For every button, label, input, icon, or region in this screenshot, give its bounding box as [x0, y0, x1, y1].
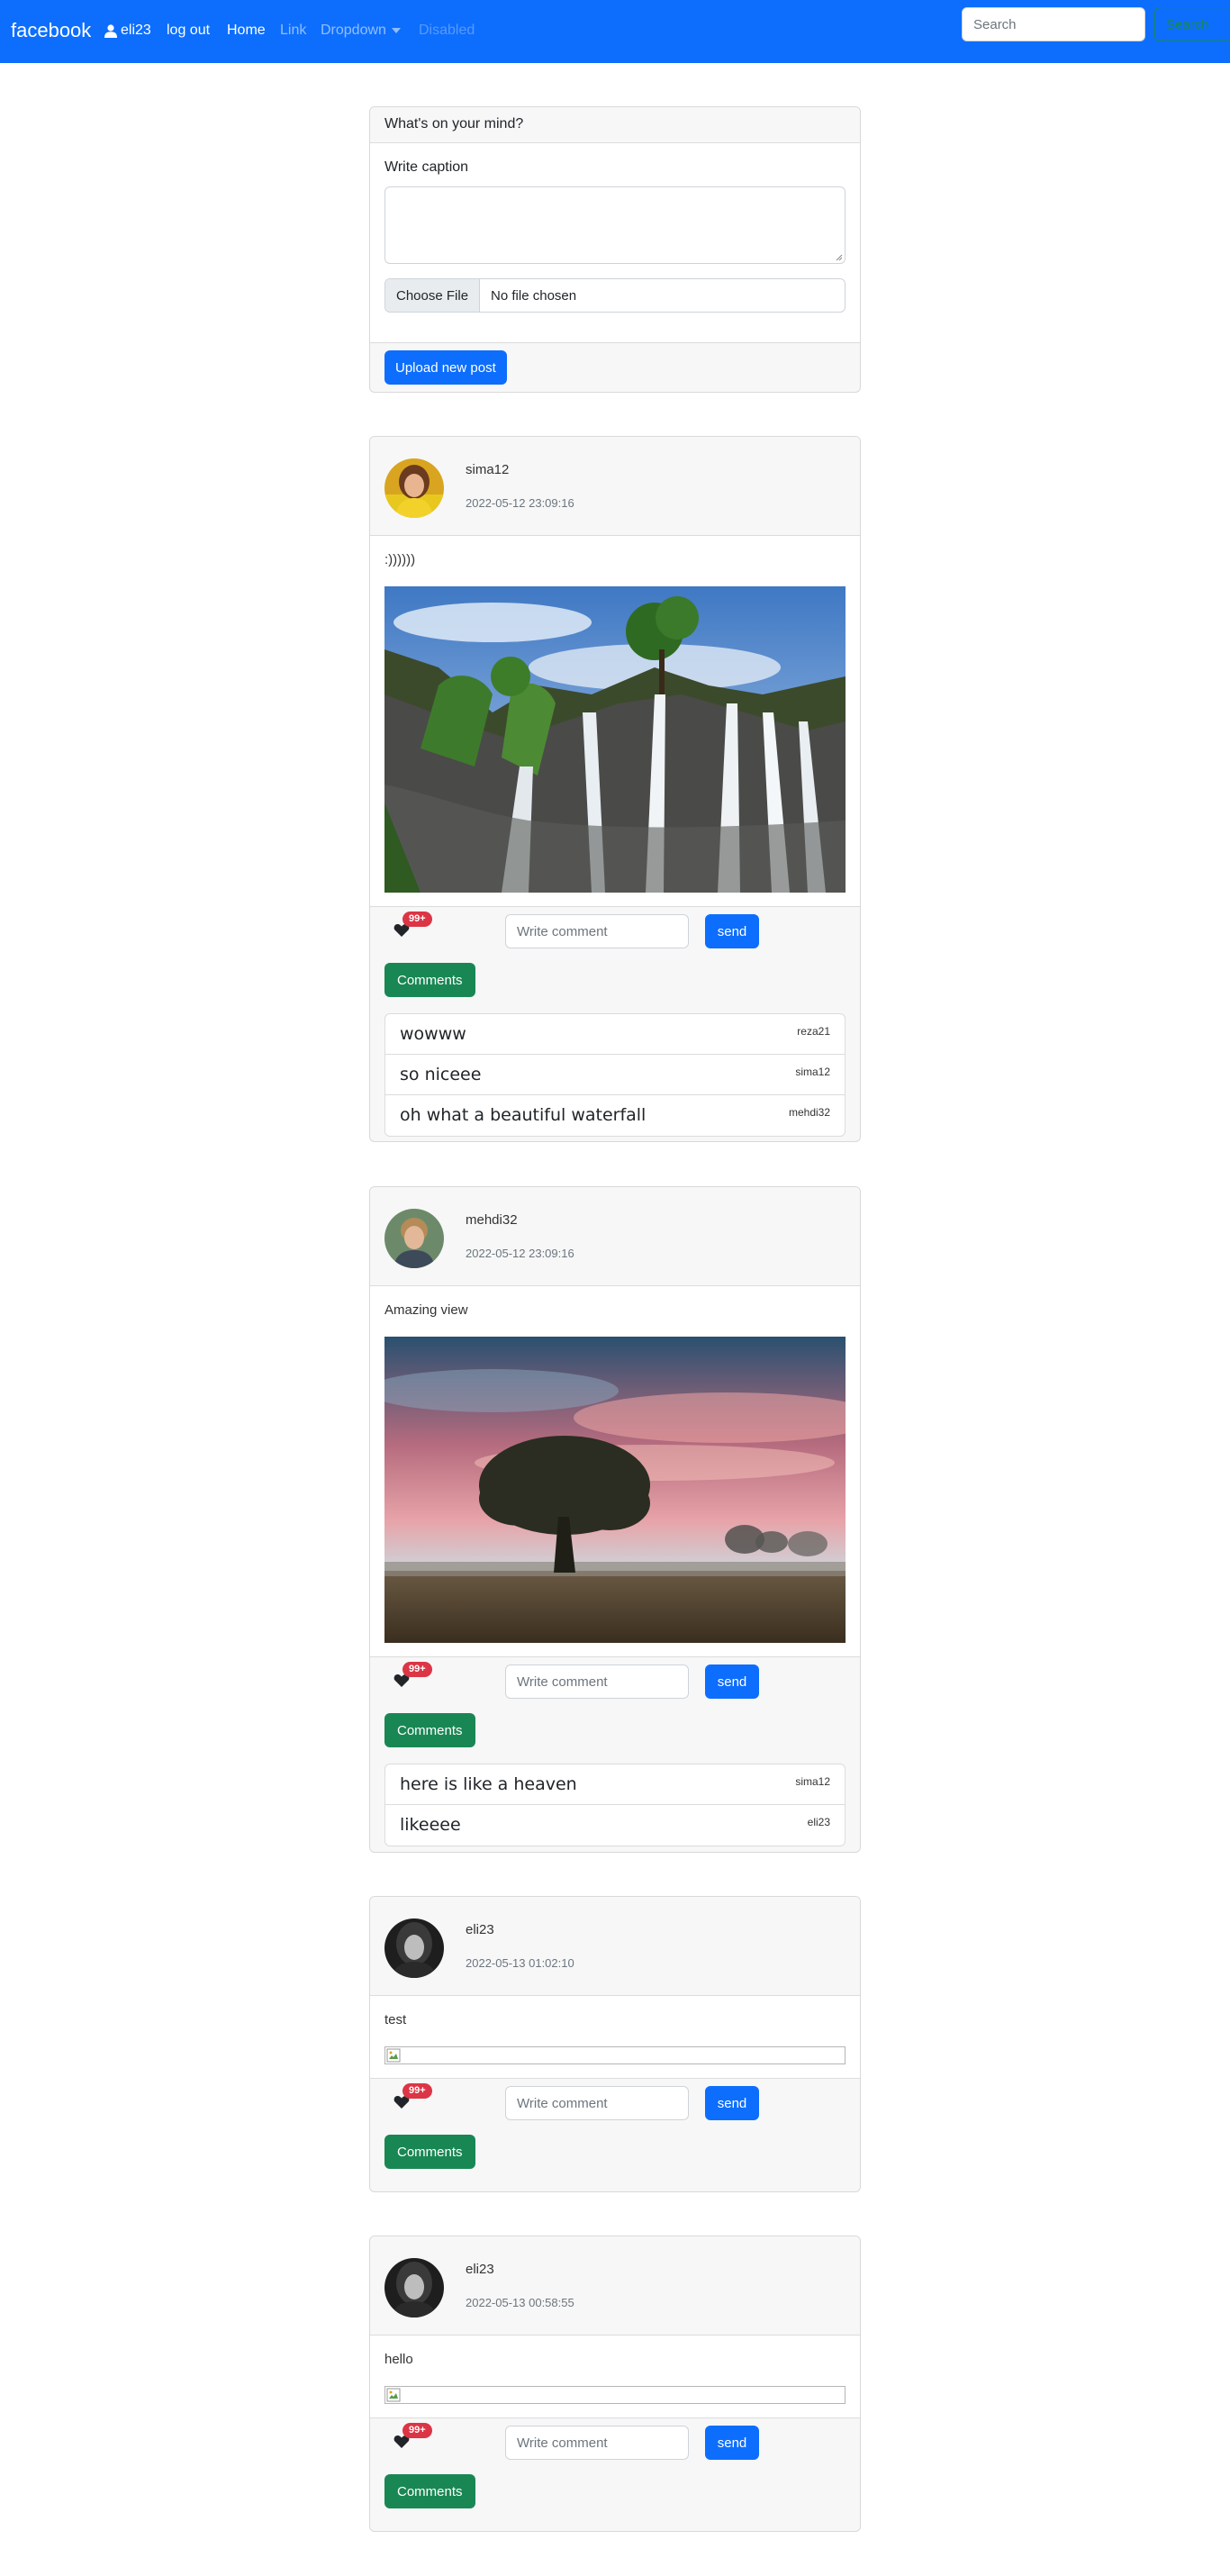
- top-navbar: facebook eli23 log out Home Link Dropdow…: [0, 0, 1230, 63]
- post-caption: :)))))): [384, 552, 416, 567]
- broken-image-icon: [386, 2048, 401, 2063]
- comment-text: wowww: [400, 1024, 466, 1044]
- post-card: eli23 2022-05-13 01:02:10 test 99+ send …: [369, 1896, 861, 2192]
- post-body: hello: [370, 2336, 860, 2418]
- post-timestamp: 2022-05-13 01:02:10: [466, 1956, 574, 1970]
- post-username[interactable]: mehdi32: [466, 1212, 518, 1228]
- user-icon: [104, 23, 117, 38]
- comment-item: here is like a heaven sima12: [385, 1764, 845, 1805]
- post-caption: test: [384, 2012, 407, 2027]
- post-image-broken: [384, 2386, 846, 2404]
- file-status: No file chosen: [491, 287, 577, 304]
- logout-link[interactable]: log out: [167, 23, 210, 39]
- search-button[interactable]: Search: [1154, 7, 1230, 41]
- comment-input[interactable]: [505, 1664, 689, 1699]
- post-body: test: [370, 1996, 860, 2079]
- comment-user[interactable]: mehdi32: [789, 1106, 830, 1119]
- caption-label: Write caption: [384, 159, 469, 175]
- comment-user[interactable]: sima12: [795, 1775, 830, 1788]
- nav-link[interactable]: Link: [280, 23, 306, 39]
- nav-dropdown[interactable]: Dropdown: [321, 23, 401, 39]
- send-button[interactable]: send: [705, 2086, 759, 2120]
- comment-text: oh what a beautiful waterfall: [400, 1105, 647, 1125]
- like-count-badge: 99+: [402, 2423, 432, 2438]
- post-card: mehdi32 2022-05-12 23:09:16 Amazing view: [369, 1186, 861, 1853]
- comment-input[interactable]: [505, 914, 689, 948]
- post-header: eli23 2022-05-13 00:58:55: [370, 2236, 860, 2336]
- send-button[interactable]: send: [705, 1664, 759, 1699]
- post-header: mehdi32 2022-05-12 23:09:16: [370, 1187, 860, 1286]
- nav-user-link[interactable]: eli23: [104, 23, 151, 39]
- like-count-badge: 99+: [402, 2083, 432, 2099]
- caret-down-icon: [391, 27, 401, 33]
- post-timestamp: 2022-05-12 23:09:16: [466, 496, 574, 510]
- resize-grip-icon[interactable]: [834, 252, 843, 261]
- send-button[interactable]: send: [705, 914, 759, 948]
- post-timestamp: 2022-05-12 23:09:16: [466, 1247, 574, 1260]
- choose-file-button[interactable]: Choose File: [385, 279, 481, 312]
- avatar[interactable]: [384, 2258, 444, 2317]
- comment-user[interactable]: eli23: [808, 1816, 830, 1828]
- post-header: eli23 2022-05-13 01:02:10: [370, 1897, 860, 1996]
- send-button[interactable]: send: [705, 2426, 759, 2460]
- comments-button[interactable]: Comments: [384, 2135, 475, 2169]
- comment-input[interactable]: [505, 2086, 689, 2120]
- file-input[interactable]: Choose File No file chosen: [384, 278, 846, 313]
- post-timestamp: 2022-05-13 00:58:55: [466, 2296, 574, 2309]
- avatar[interactable]: [384, 1209, 444, 1268]
- post-body: :)))))): [370, 536, 860, 907]
- post-image-waterfall: [384, 586, 846, 893]
- post-header: sima12 2022-05-12 23:09:16: [370, 437, 860, 536]
- post-username[interactable]: eli23: [466, 2262, 494, 2277]
- search-input[interactable]: [962, 7, 1145, 41]
- comment-user[interactable]: reza21: [797, 1025, 830, 1038]
- broken-image-icon: [386, 2388, 401, 2402]
- post-username[interactable]: eli23: [466, 1922, 494, 1937]
- post-composer: What's on your mind? Write caption Choos…: [369, 106, 861, 393]
- composer-header: What's on your mind?: [370, 107, 860, 143]
- avatar[interactable]: [384, 1918, 444, 1978]
- caption-textarea[interactable]: [384, 186, 846, 264]
- nav-home[interactable]: Home: [227, 23, 266, 39]
- composer-body: Write caption Choose File No file chosen: [370, 143, 860, 343]
- comment-list: wowww reza21 so niceee sima12 oh what a …: [384, 1013, 846, 1137]
- comment-input[interactable]: [505, 2426, 689, 2460]
- comment-item: likeeee eli23: [385, 1805, 845, 1846]
- nav-username: eli23: [121, 23, 151, 38]
- post-username[interactable]: sima12: [466, 462, 509, 477]
- post-caption: Amazing view: [384, 1302, 468, 1318]
- comment-text: here is like a heaven: [400, 1774, 577, 1794]
- comment-text: so niceee: [400, 1065, 482, 1084]
- upload-post-button[interactable]: Upload new post: [384, 350, 507, 385]
- comments-button[interactable]: Comments: [384, 2474, 475, 2508]
- post-card: sima12 2022-05-12 23:09:16 :)))))) 99+ W…: [369, 436, 861, 1142]
- comments-button[interactable]: Comments: [384, 963, 475, 997]
- nav-dropdown-label: Dropdown: [321, 23, 386, 38]
- brand-logo[interactable]: facebook: [11, 19, 91, 42]
- post-caption: hello: [384, 2352, 413, 2367]
- post-body: Amazing view: [370, 1286, 860, 1657]
- comment-user[interactable]: sima12: [795, 1066, 830, 1078]
- avatar[interactable]: [384, 458, 444, 518]
- comment-item: oh what a beautiful waterfall mehdi32: [385, 1095, 845, 1136]
- like-count-badge: 99+: [402, 912, 432, 927]
- post-card: eli23 2022-05-13 00:58:55 hello 99+ send…: [369, 2236, 861, 2532]
- comments-button[interactable]: Comments: [384, 1713, 475, 1747]
- comment-list: here is like a heaven sima12 likeeee eli…: [384, 1764, 846, 1846]
- nav-disabled: Disabled: [419, 23, 475, 38]
- comment-item: so niceee sima12: [385, 1055, 845, 1095]
- post-image-broken: [384, 2046, 846, 2064]
- comment-text: likeeee: [400, 1815, 461, 1835]
- like-count-badge: 99+: [402, 1662, 432, 1677]
- post-image-tree-sunset: [384, 1337, 846, 1643]
- comment-item: wowww reza21: [385, 1014, 845, 1055]
